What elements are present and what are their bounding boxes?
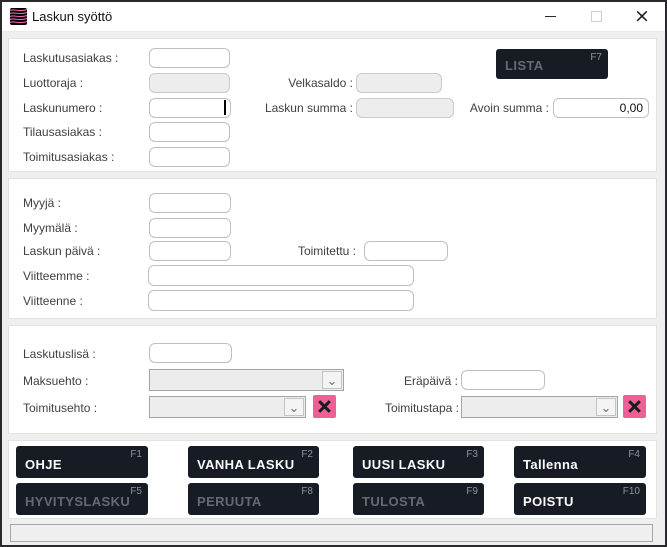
luottoraja-label: Luottoraja : xyxy=(23,73,83,93)
status-bar xyxy=(2,521,665,545)
chevron-down-icon: ⌄ xyxy=(289,400,300,417)
invoice-entry-window: Laskun syöttö × Laskutusasiakas : Luotto… xyxy=(0,0,667,547)
tallenna-button-label: Tallenna xyxy=(523,457,578,472)
minimize-button[interactable] xyxy=(527,2,573,31)
toimitettu-input[interactable] xyxy=(364,241,448,261)
chevron-down-icon: ⌄ xyxy=(327,373,338,390)
toimitusehto-dropdown-button: ⌄ xyxy=(284,398,304,416)
hyvityslasku-fkey: F5 xyxy=(130,486,142,497)
laskutusasiakas-label: Laskutusasiakas : xyxy=(23,48,118,68)
maximize-button[interactable] xyxy=(573,2,619,31)
peruuta-fkey: F8 xyxy=(301,486,313,497)
ohje-button-label: OHJE xyxy=(25,457,62,472)
clear-toimitustapa-button[interactable] xyxy=(623,395,646,418)
laskutuslisa-label: Laskutuslisä : xyxy=(23,344,96,364)
toimitusehto-label: Toimitusehto : xyxy=(23,398,97,418)
close-button[interactable]: × xyxy=(619,2,665,31)
titlebar: Laskun syöttö × xyxy=(2,2,665,32)
poistu-fkey: F10 xyxy=(623,486,640,497)
vanha-lasku-button-label: VANHA LASKU xyxy=(197,457,295,472)
minimize-icon xyxy=(545,16,556,17)
toimitustapa-dropdown-button: ⌄ xyxy=(596,398,616,416)
viitteemme-label: Viitteemme : xyxy=(23,266,89,286)
tulosta-button[interactable]: TULOSTA F9 xyxy=(353,483,484,515)
ohje-fkey: F1 xyxy=(130,449,142,460)
laskun-paiva-input[interactable] xyxy=(149,241,231,261)
maksuehto-dropdown-button[interactable]: ⌄ xyxy=(322,371,342,389)
myymala-label: Myymälä : xyxy=(23,218,78,238)
maksuehto-select[interactable]: ⌄ xyxy=(149,369,344,391)
tulosta-fkey: F9 xyxy=(466,486,478,497)
tilausasiakas-label: Tilausasiakas : xyxy=(23,122,102,142)
vanha-lasku-fkey: F2 xyxy=(301,449,313,460)
app-logo-icon xyxy=(10,8,27,25)
toimitustapa-label: Toimitustapa : xyxy=(339,398,459,418)
panel-action-buttons: OHJE F1 VANHA LASKU F2 UUSI LASKU F3 Tal… xyxy=(8,440,657,519)
window-title: Laskun syöttö xyxy=(32,2,112,31)
tallenna-fkey: F4 xyxy=(628,449,640,460)
lista-fkey: F7 xyxy=(590,52,602,63)
hyvityslasku-button[interactable]: HYVITYSLASKU F5 xyxy=(16,483,148,515)
peruuta-button[interactable]: PERUUTA F8 xyxy=(188,483,319,515)
laskun-summa-input xyxy=(356,98,454,118)
velkasaldo-label: Velkasaldo : xyxy=(249,73,353,93)
maximize-icon xyxy=(591,11,602,22)
uusi-lasku-fkey: F3 xyxy=(466,449,478,460)
tallenna-button[interactable]: Tallenna F4 xyxy=(514,446,646,478)
ohje-button[interactable]: OHJE F1 xyxy=(16,446,148,478)
viitteenne-label: Viitteenne : xyxy=(23,291,83,311)
toimitustapa-select: ⌄ xyxy=(461,396,618,418)
erapaiva-label: Eräpäivä : xyxy=(389,371,458,391)
poistu-button[interactable]: POISTU F10 xyxy=(514,483,646,515)
poistu-button-label: POISTU xyxy=(523,494,574,509)
myymala-input[interactable] xyxy=(149,218,231,238)
luottoraja-input xyxy=(149,73,230,93)
laskutuslisa-input[interactable] xyxy=(149,343,232,363)
text-caret xyxy=(224,100,226,115)
viitteenne-input[interactable] xyxy=(148,290,414,311)
maksuehto-label: Maksuehto : xyxy=(23,371,88,391)
chevron-down-icon: ⌄ xyxy=(601,400,612,417)
laskunumero-input[interactable] xyxy=(149,98,231,118)
vanha-lasku-button[interactable]: VANHA LASKU F2 xyxy=(188,446,319,478)
panel-payment-terms: Laskutuslisä : Maksuehto : ⌄ Eräpäivä : … xyxy=(8,325,657,434)
toimitusehto-select: ⌄ xyxy=(149,396,306,418)
uusi-lasku-button-label: UUSI LASKU xyxy=(362,457,445,472)
toimitusasiakas-input[interactable] xyxy=(149,147,230,167)
tulosta-button-label: TULOSTA xyxy=(362,494,425,509)
hyvityslasku-button-label: HYVITYSLASKU xyxy=(25,494,130,509)
clear-toimitusehto-button[interactable] xyxy=(313,395,336,418)
lista-button-label: LISTA xyxy=(505,58,544,73)
laskun-summa-label: Laskun summa : xyxy=(239,98,353,118)
uusi-lasku-button[interactable]: UUSI LASKU F3 xyxy=(353,446,484,478)
laskunumero-label: Laskunumero : xyxy=(23,98,102,118)
laskun-paiva-label: Laskun päivä : xyxy=(23,241,100,261)
laskutusasiakas-input[interactable] xyxy=(149,48,230,68)
panel-seller-info: Myyjä : Myymälä : Laskun päivä : Toimite… xyxy=(8,178,657,319)
erapaiva-input[interactable] xyxy=(461,370,545,390)
toimitusasiakas-label: Toimitusasiakas : xyxy=(23,147,114,167)
viitteemme-input[interactable] xyxy=(148,265,414,286)
tilausasiakas-input[interactable] xyxy=(149,122,230,142)
toimitettu-label: Toimitettu : xyxy=(259,241,356,261)
avoin-summa-input[interactable] xyxy=(553,98,649,118)
lista-button[interactable]: LISTA F7 xyxy=(496,49,608,79)
panel-invoice-header: Laskutusasiakas : Luottoraja : Velkasald… xyxy=(8,38,657,172)
avoin-summa-label: Avoin summa : xyxy=(449,98,549,118)
status-message-field xyxy=(10,524,653,542)
myyja-input[interactable] xyxy=(149,193,231,213)
velkasaldo-input xyxy=(356,73,442,93)
peruuta-button-label: PERUUTA xyxy=(197,494,262,509)
close-icon: × xyxy=(634,4,650,29)
myyja-label: Myyjä : xyxy=(23,193,61,213)
